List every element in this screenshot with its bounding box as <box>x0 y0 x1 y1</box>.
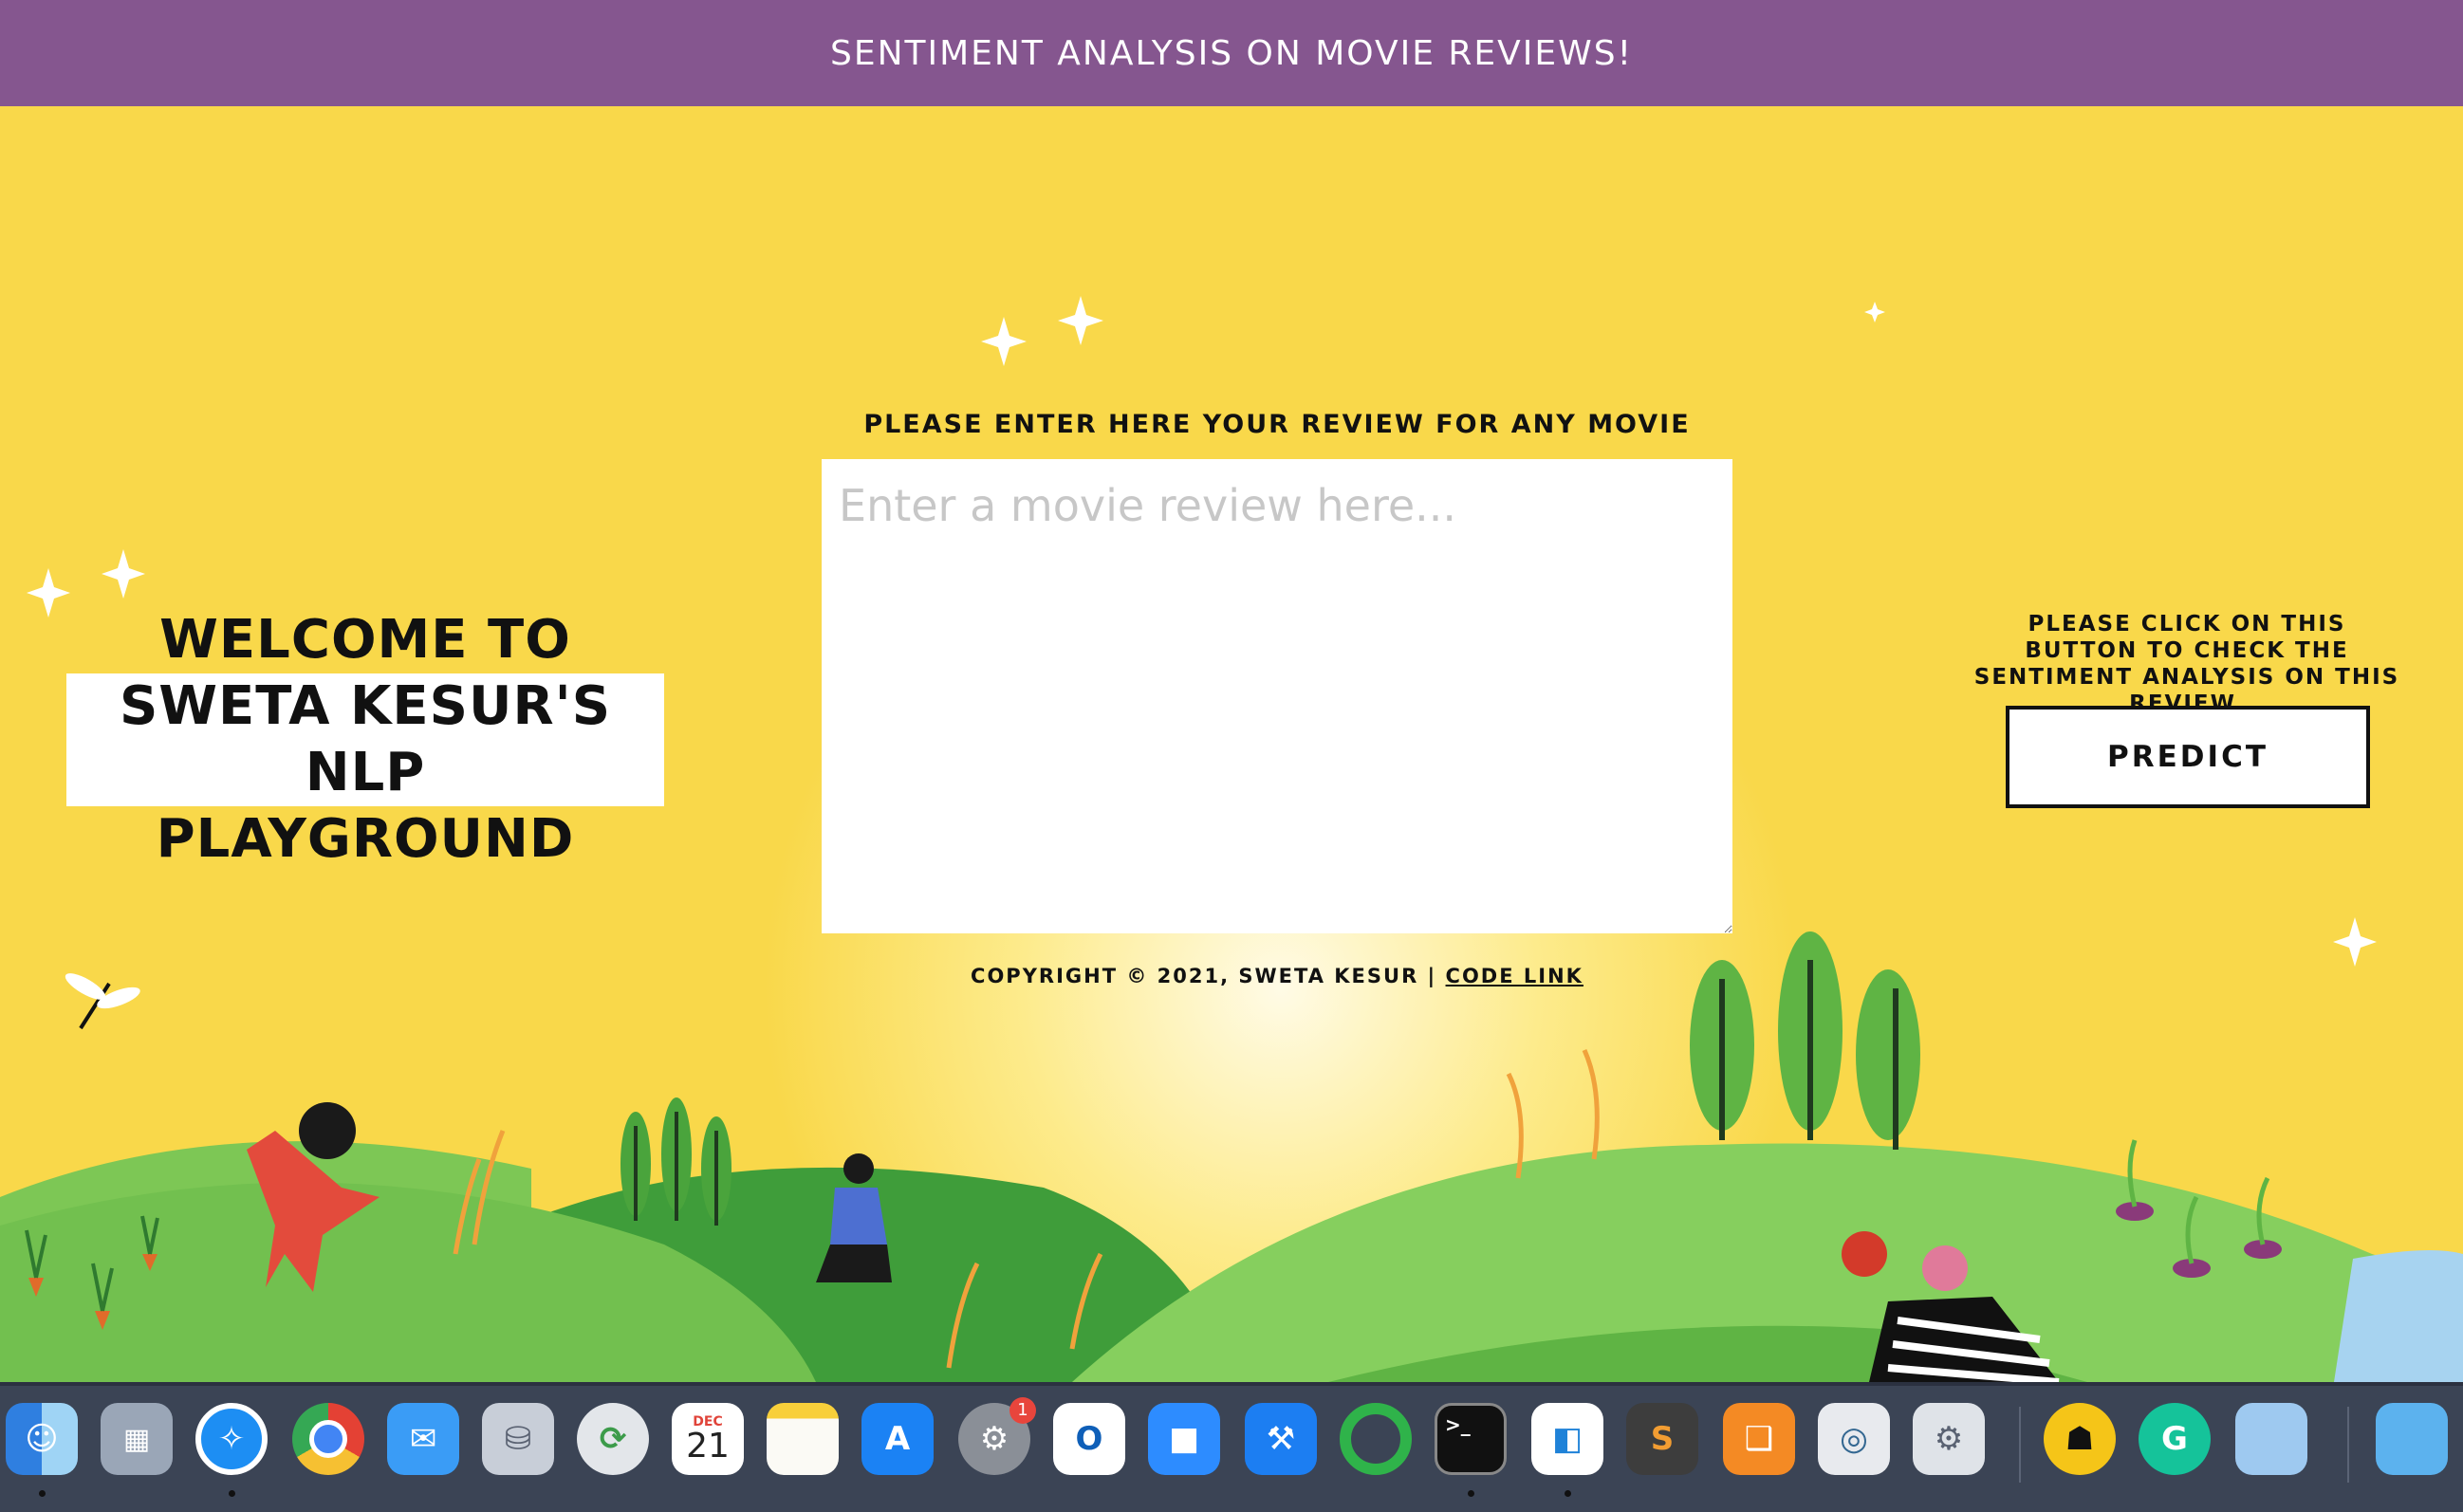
running-indicator <box>39 1490 46 1497</box>
zoom-icon[interactable]: ■ <box>1148 1403 1220 1475</box>
grammarly-icon[interactable]: G <box>2139 1403 2211 1475</box>
welcome-line-1: WELCOME TO <box>159 609 571 671</box>
running-indicator <box>1468 1490 1474 1497</box>
copyright-footer: COPYRIGHT © 2021, SWETA KESUR | CODE LIN… <box>822 965 1732 987</box>
gear-icon[interactable]: ⚙ <box>1913 1403 1985 1475</box>
launchpad-icon[interactable]: ▦ <box>101 1403 173 1475</box>
books-icon[interactable]: ❑ <box>1723 1403 1795 1475</box>
welcome-line-2: SWETA KESUR'S NLP <box>66 673 664 806</box>
review-input[interactable] <box>822 459 1732 933</box>
welcome-heading: WELCOME TO SWETA KESUR'S NLP PLAYGROUND <box>66 607 664 873</box>
running-indicator <box>1565 1490 1571 1497</box>
trees-left <box>620 1097 731 1226</box>
terminal-prompt: >_ <box>1445 1413 1471 1436</box>
predict-button[interactable]: PREDICT <box>2006 706 2370 808</box>
notification-badge: 1 <box>1009 1397 1036 1424</box>
sublime-text-icon[interactable]: S <box>1626 1403 1698 1475</box>
welcome-line-3: PLAYGROUND <box>156 808 575 870</box>
calendar-day: 21 <box>686 1427 730 1466</box>
running-indicator <box>229 1490 235 1497</box>
dragonfly <box>65 973 140 1030</box>
database-icon[interactable]: ⛁ <box>482 1403 554 1475</box>
code-link[interactable]: CODE LINK <box>1446 965 1583 987</box>
network-icon[interactable]: ⟳ <box>577 1403 649 1475</box>
site-title: SENTIMENT ANALYSIS ON MOVIE REVIEWS! <box>829 33 1634 73</box>
ghost-app-icon[interactable]: ☗ <box>2044 1403 2116 1475</box>
review-label: PLEASE ENTER HERE YOUR REVIEW FOR ANY MO… <box>863 410 1691 439</box>
postgres-icon[interactable]: ◎ <box>1818 1403 1890 1475</box>
spinner-app-icon[interactable] <box>1340 1403 1412 1475</box>
notes-icon[interactable] <box>767 1403 839 1475</box>
macos-dock: ☺ ▦ ✧ ✉ ⛁ ⟳ DEC 21 A ⚙ 1 O ■ ⚒ >_ ◧ S ❑ … <box>0 1382 2463 1512</box>
predict-instruction: PLEASE CLICK ON THIS BUTTON TO CHECK THE… <box>1973 612 2400 716</box>
dock-separator <box>2019 1407 2021 1483</box>
app-store-icon[interactable]: A <box>861 1403 934 1475</box>
dock-separator <box>2347 1407 2349 1483</box>
finder-icon[interactable]: ☺ <box>6 1403 78 1475</box>
calendar-icon[interactable]: DEC 21 <box>672 1403 744 1475</box>
safari-icon[interactable]: ✧ <box>195 1403 268 1475</box>
terminal-icon[interactable]: >_ <box>1435 1403 1507 1475</box>
copyright-text: COPYRIGHT © 2021, SWETA KESUR | <box>971 965 1437 987</box>
chrome-icon[interactable] <box>292 1403 364 1475</box>
outlook-icon[interactable]: O <box>1053 1403 1125 1475</box>
folder-icon[interactable] <box>2376 1403 2448 1475</box>
mail-icon[interactable]: ✉ <box>387 1403 459 1475</box>
preview-icon[interactable] <box>2235 1403 2307 1475</box>
xcode-icon[interactable]: ⚒ <box>1245 1403 1317 1475</box>
site-header: SENTIMENT ANALYSIS ON MOVIE REVIEWS! <box>0 0 2463 106</box>
vscode-icon[interactable]: ◧ <box>1531 1403 1603 1475</box>
